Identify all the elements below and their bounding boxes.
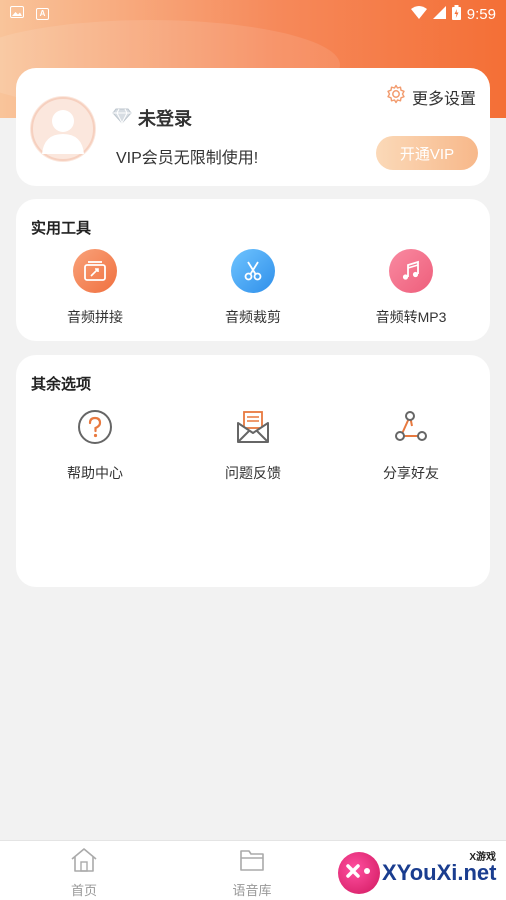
tool-audio-merge[interactable]: 音频拼接 [16, 249, 174, 327]
app-notification-icon: A [36, 8, 49, 20]
tool-audio-cut[interactable]: 音频裁剪 [174, 249, 332, 327]
home-icon [70, 847, 98, 878]
vip-description: VIP会员无限制使用! [116, 150, 259, 167]
option-share[interactable]: 分享好友 [332, 405, 490, 483]
nav-item-home[interactable]: 首页 [0, 841, 168, 900]
audio-merge-icon [73, 249, 117, 293]
nav-item-voice-library[interactable]: 语音库 [168, 841, 336, 900]
tool-label: 音频拼接 [67, 309, 123, 325]
share-icon [389, 405, 433, 449]
watermark-logo-icon [338, 852, 380, 894]
status-time: 9:59 [466, 5, 496, 23]
profile-card: 未登录 VIP会员无限制使用! 更多设置 开通VIP [16, 68, 490, 186]
watermark-domain-text: XYouXi.net [382, 860, 497, 885]
music-note-icon [389, 249, 433, 293]
login-row[interactable]: 未登录 [112, 105, 192, 131]
tool-label: 音频裁剪 [225, 309, 281, 325]
nav-label: 语音库 [232, 883, 272, 898]
other-options-title: 其余选项 [31, 376, 92, 393]
other-options-card: 其余选项 帮助中心 问题反馈 分享好友 [16, 355, 490, 587]
option-feedback[interactable]: 问题反馈 [174, 405, 332, 483]
gallery-notification-icon [10, 5, 24, 23]
open-vip-button[interactable]: 开通VIP [376, 136, 478, 170]
watermark: X游戏 XYouXi.net [336, 846, 506, 900]
tools-grid: 音频拼接 音频裁剪 音频转MP3 [16, 249, 490, 327]
more-settings-button[interactable]: 更多设置 [386, 84, 476, 109]
more-settings-label: 更多设置 [411, 90, 476, 108]
wifi-icon [410, 5, 427, 23]
nav-label: 首页 [70, 883, 97, 898]
diamond-icon [112, 108, 132, 129]
status-bar: A 9:59 [0, 0, 506, 28]
battery-icon [451, 4, 461, 24]
question-icon [73, 405, 117, 449]
option-help-center[interactable]: 帮助中心 [16, 405, 174, 483]
avatar[interactable] [30, 96, 96, 162]
gear-icon [386, 84, 406, 109]
envelope-icon [231, 405, 275, 449]
option-label: 分享好友 [383, 465, 439, 481]
signal-icon [432, 5, 446, 23]
tools-card: 实用工具 音频拼接 音频裁剪 音频转MP3 [16, 199, 490, 341]
tools-section-title: 实用工具 [31, 220, 92, 237]
folder-icon [238, 847, 266, 878]
other-options-grid: 帮助中心 问题反馈 分享好友 [16, 405, 490, 483]
tool-audio-to-mp3[interactable]: 音频转MP3 [332, 249, 490, 327]
scissors-icon [231, 249, 275, 293]
tool-label: 音频转MP3 [375, 309, 447, 325]
login-status-text: 未登录 [138, 109, 192, 129]
option-label: 问题反馈 [225, 465, 281, 481]
option-label: 帮助中心 [67, 465, 123, 481]
